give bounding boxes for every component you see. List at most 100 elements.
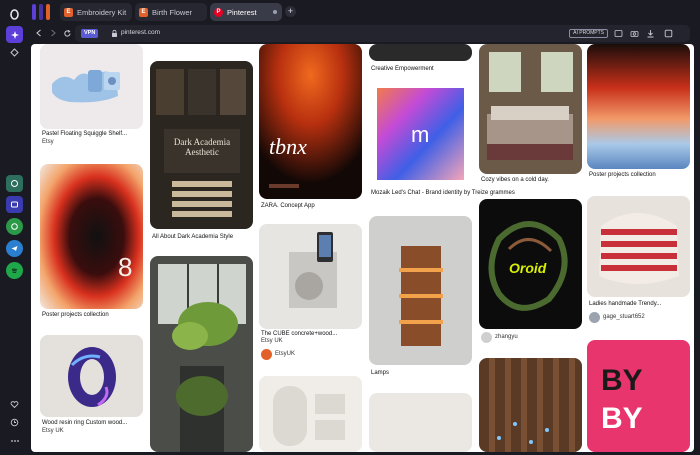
poster-gradient-art: 8 [40, 164, 143, 309]
oroid-text: Oroid [509, 260, 547, 276]
pin-image-pastel-shelf[interactable] [40, 44, 143, 129]
resin-ring-art [40, 335, 143, 417]
tab-embroidery-kit[interactable]: E Embroidery Kit [60, 3, 132, 21]
oroid-art: Oroid [479, 199, 582, 329]
pin-image-cozy-bedroom[interactable] [479, 44, 582, 174]
pin-user[interactable]: gage_stuart652 [603, 314, 645, 320]
new-tab-button[interactable]: + [285, 6, 296, 17]
pin-image-poster-gradient[interactable]: 8 [40, 164, 143, 309]
by-text-2: BY [601, 402, 643, 435]
pin-image-wood-lights[interactable] [479, 358, 582, 452]
striped-sweater-art [587, 196, 690, 297]
pin-image-plaster[interactable] [369, 393, 472, 452]
pin-user[interactable]: EtsyUK [275, 351, 295, 357]
pinterest-feed[interactable]: Pastel Floating Squiggle Shelf... Etsy 8… [31, 44, 694, 452]
pin-image-wood-lamp[interactable] [369, 216, 472, 365]
ai-prompts-button[interactable]: AI PROMPTS [569, 29, 608, 38]
dark-academia-heading: Dark Academia Aesthetic [173, 137, 231, 157]
heart-icon[interactable] [6, 396, 23, 413]
messenger-icon[interactable] [6, 196, 23, 213]
history-icon[interactable] [6, 414, 23, 431]
workspace-indicator[interactable] [32, 4, 36, 20]
pin-title[interactable]: Creative Empowerment [371, 66, 434, 72]
tab-audio-dot [273, 10, 277, 14]
greenhouse-art [150, 256, 253, 452]
vpn-badge[interactable]: VPN [81, 29, 99, 38]
back-icon[interactable] [33, 27, 45, 39]
by-text: BY [601, 364, 643, 397]
opera-logo-icon[interactable] [6, 6, 23, 23]
whatsapp-icon[interactable] [6, 218, 23, 235]
pin-title[interactable]: ZARA. Concept App [261, 203, 315, 209]
tab-strip: E Embroidery Kit E Birth Flower P Pinter… [29, 0, 700, 24]
pin-title[interactable]: Mozaik Led's Chat - Brand identity by Tr… [371, 190, 515, 196]
lock-icon[interactable] [111, 29, 118, 38]
wood-lights-art [479, 358, 582, 452]
pin-image-poster-gradient-2[interactable] [587, 44, 690, 169]
pin-title[interactable]: Wood resin ring Custom wood... [42, 420, 127, 426]
cozy-bedroom-art [479, 44, 582, 174]
etsy-icon: E [64, 7, 73, 17]
tab-pinterest[interactable]: P Pinterest [210, 3, 282, 21]
avatar[interactable] [589, 312, 600, 323]
avatar[interactable] [261, 349, 272, 360]
etsy-icon: E [139, 7, 148, 17]
address-bar-row: VPN pinterest.com AI PROMPTS [29, 24, 700, 44]
spotify-icon[interactable] [6, 262, 23, 279]
pin-image-creative-empowerment[interactable] [369, 44, 472, 61]
pin-image-cube-speaker[interactable] [259, 224, 362, 329]
by-poster-art: BY BY [587, 340, 690, 452]
tab-label: Birth Flower [152, 7, 193, 17]
pin-title[interactable]: Poster projects collection [42, 312, 109, 318]
url-text[interactable]: pinterest.com [121, 29, 160, 36]
poster-eight-text: 8 [118, 252, 132, 282]
camera-icon[interactable] [628, 27, 640, 39]
cube-speaker-art [259, 224, 362, 329]
tab-label: Pinterest [227, 7, 257, 17]
pin-image-greenhouse[interactable] [150, 256, 253, 452]
translate-icon[interactable] [612, 27, 624, 39]
pin-title[interactable]: The CUBE concrete+wood... [261, 331, 337, 337]
pin-user[interactable]: zhangyu [495, 334, 518, 340]
mozaik-art: m [377, 88, 464, 180]
pin-title[interactable]: Ladies handmade Trendy... [589, 301, 661, 307]
chatgpt-icon[interactable] [6, 175, 23, 192]
tab-birth-flower[interactable]: E Birth Flower [135, 3, 207, 21]
url-field[interactable]: VPN pinterest.com AI PROMPTS [75, 25, 690, 42]
pin-image-striped-sweater[interactable] [587, 196, 690, 297]
avatar[interactable] [481, 332, 492, 343]
pin-title[interactable]: Lamps [371, 370, 389, 376]
pin-image-by-poster[interactable]: BY BY [587, 340, 690, 452]
shelf-niche-art [259, 376, 362, 452]
mozaik-logo: m [411, 122, 429, 147]
more-icon[interactable] [6, 432, 23, 449]
workspace-indicator-2[interactable] [39, 4, 43, 20]
poster-gradient-2-art [587, 44, 690, 169]
pinterest-icon: P [214, 7, 223, 17]
opera-sidebar [0, 0, 29, 455]
pin-image-mozaik[interactable]: m [369, 80, 472, 188]
forward-icon[interactable] [47, 27, 59, 39]
reload-icon[interactable] [61, 27, 73, 39]
pin-subtitle[interactable]: Etsy [42, 139, 54, 145]
pin-title[interactable]: Cozy vibes on a cold day. [481, 177, 549, 183]
pin-subtitle[interactable]: Etsy UK [42, 428, 64, 434]
pin-image-dark-academia[interactable]: Dark Academia Aesthetic [150, 61, 253, 229]
pin-title[interactable]: Pastel Floating Squiggle Shelf... [42, 131, 127, 137]
telegram-icon[interactable] [6, 240, 23, 257]
tbnx-text: tbnx [269, 134, 307, 159]
aria-ai-icon[interactable] [6, 26, 23, 43]
pin-image-resin-ring[interactable] [40, 335, 143, 417]
pin-image-oroid[interactable]: Oroid [479, 199, 582, 329]
wood-lamp-art [369, 216, 472, 365]
download-icon[interactable] [644, 27, 656, 39]
pin-title[interactable]: All About Dark Academia Style [152, 234, 233, 240]
pinned-tab-etsy[interactable] [46, 4, 50, 20]
pin-subtitle[interactable]: Etsy UK [261, 338, 283, 344]
zara-concept-art: tbnx [259, 44, 362, 199]
extensions-icon[interactable] [662, 27, 674, 39]
pin-image-shelf-niche[interactable] [259, 376, 362, 452]
pin-title[interactable]: Poster projects collection [589, 172, 656, 178]
pin-image-zara-concept[interactable]: tbnx [259, 44, 362, 199]
diamond-icon[interactable] [6, 44, 23, 61]
